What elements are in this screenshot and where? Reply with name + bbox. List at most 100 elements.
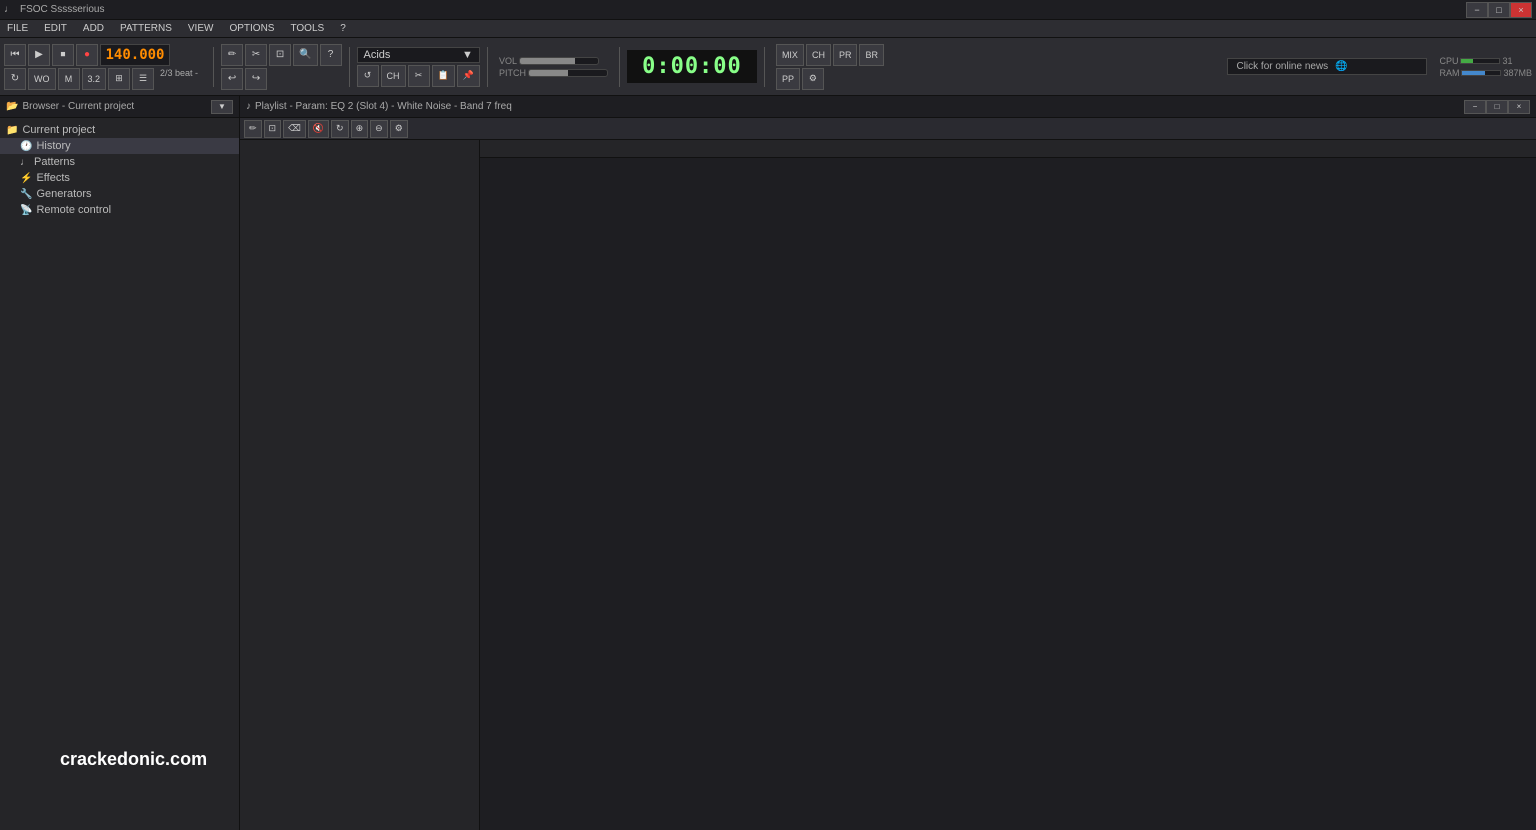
browser-tree: 📁 Current project 🕐History ♩ Patterns⚡ Effect… <box>0 118 239 222</box>
main-layout: 📂 Browser - Current project ▼ 📁 Current p… <box>0 96 1536 830</box>
tree-item-label: Patterns <box>34 156 75 168</box>
paste-btn[interactable]: 📌 <box>457 65 480 87</box>
pl-settings[interactable]: ⚙ <box>390 120 408 138</box>
menu-view[interactable]: VIEW <box>185 23 217 34</box>
tree-item-generators[interactable]: 🔧 Generators <box>0 186 239 202</box>
tree-icon: ♩ <box>20 157 30 168</box>
tree-icon: ⚡ <box>20 173 32 184</box>
tree-icon: 📁 <box>6 125 18 136</box>
app-icon: ♩ <box>4 4 14 15</box>
title-bar: ♩ FSOC Ssssserious − □ × <box>0 0 1536 20</box>
channel-rack-button[interactable]: CH <box>806 44 831 66</box>
minimize-button[interactable]: − <box>1466 2 1488 18</box>
cut-btn[interactable]: ✂ <box>408 65 430 87</box>
menu-patterns[interactable]: PATTERNS <box>117 23 175 34</box>
playlist-icon: ♪ <box>246 101 251 112</box>
pl-loop[interactable]: ↻ <box>331 120 349 138</box>
select-button[interactable]: ⊡ <box>269 44 291 66</box>
browser-collapse[interactable]: ▼ <box>211 100 233 114</box>
timeline-ruler <box>480 140 1536 158</box>
browser-icon: 📂 <box>6 101 18 112</box>
cpu-value: 31 <box>1502 56 1512 66</box>
tree-item-current-project[interactable]: 📁 Current project <box>0 122 239 138</box>
copy-btn[interactable]: 📋 <box>432 65 455 87</box>
master-pitch-label: PITCH <box>499 68 526 78</box>
tree-item-remote-control[interactable]: 📡 Remote control <box>0 202 239 218</box>
rewind-button[interactable]: ⏮ <box>4 44 26 66</box>
mix-button[interactable]: ☰ <box>132 68 154 90</box>
playlist-toolbar: ✏ ⊡ ⌫ 🔇 ↻ ⊕ ⊖ ⚙ <box>240 118 1536 140</box>
track-list <box>240 140 480 830</box>
draw-button[interactable]: ✏ <box>221 44 243 66</box>
news-icon: 🌐 <box>1335 61 1347 72</box>
close-button[interactable]: × <box>1510 2 1532 18</box>
plugin-picker-button[interactable]: PP <box>776 68 800 90</box>
cpu-label: CPU <box>1439 56 1458 66</box>
preset-selector[interactable]: Acids ▼ <box>357 47 480 63</box>
beat-label: 2/3 beat - <box>156 68 202 90</box>
zoom-button[interactable]: 🔍 <box>293 44 317 66</box>
menu-file[interactable]: FILE <box>4 23 31 34</box>
metro-button[interactable]: M <box>58 68 80 90</box>
settings-button[interactable]: ⚙ <box>802 68 824 90</box>
pl-zoom-out[interactable]: ⊖ <box>370 120 388 138</box>
record-button[interactable]: ● <box>76 44 98 66</box>
erase-button[interactable]: ✂ <box>245 44 267 66</box>
loop-button[interactable]: ↻ <box>4 68 26 90</box>
play-button[interactable]: ▶ <box>28 44 50 66</box>
knob-reset[interactable]: ↺ <box>357 65 379 87</box>
mode-button[interactable]: WO <box>28 68 56 90</box>
ram-value: 387MB <box>1503 68 1532 78</box>
redo-button[interactable]: ↪ <box>245 68 267 90</box>
channel-btn[interactable]: CH <box>381 65 406 87</box>
tree-item-label: Current project <box>22 124 95 136</box>
tree-item-history[interactable]: 🕐History <box>0 138 239 154</box>
playlist-maximize[interactable]: □ <box>1486 100 1508 114</box>
browser-title: Browser - Current project <box>22 101 134 112</box>
tree-item-effects[interactable]: ⚡ Effects <box>0 170 239 186</box>
playlist-title: Playlist - Param: EQ 2 (Slot 4) - White … <box>255 101 512 112</box>
tree-item-label: Generators <box>36 188 91 200</box>
tree-icon: 📡 <box>20 205 32 216</box>
menu-add[interactable]: ADD <box>80 23 107 34</box>
playlist-minimize[interactable]: − <box>1464 100 1486 114</box>
master-vol-slider[interactable] <box>519 57 599 65</box>
tree-item-patterns[interactable]: ♩ Patterns <box>0 154 239 170</box>
news-ticker[interactable]: Click for online news 🌐 <box>1227 58 1427 75</box>
title-text: FSOC Ssssserious <box>20 4 104 15</box>
snap-button[interactable]: ⊞ <box>108 68 130 90</box>
menu-options[interactable]: OPTIONS <box>226 23 277 34</box>
toolbar: ⏮ ▶ ⏹ ● 140.000 ↻ WO M 3.2 ⊞ ☰ 2/3 beat … <box>0 38 1536 96</box>
pl-select[interactable]: ⊡ <box>264 120 282 138</box>
tree-icon: 🕐 <box>20 141 32 152</box>
mixer-button[interactable]: MIX <box>776 44 804 66</box>
pl-mute[interactable]: 🔇 <box>308 120 329 138</box>
timeline-area[interactable] <box>480 140 1536 830</box>
bpm-display[interactable]: 140.000 <box>100 44 170 66</box>
pl-erase[interactable]: ⌫ <box>283 120 306 138</box>
tree-item-label: Remote control <box>36 204 111 216</box>
help-btn[interactable]: ? <box>320 44 342 66</box>
time-display: 0:00:00 <box>627 50 757 83</box>
stop-button[interactable]: ⏹ <box>52 44 74 66</box>
playlist-header-bar: ♪ Playlist - Param: EQ 2 (Slot 4) - Whit… <box>240 96 1536 118</box>
tempo-button[interactable]: 3.2 <box>82 68 107 90</box>
browser-button[interactable]: BR <box>859 44 884 66</box>
menu-tools[interactable]: TOOLS <box>287 23 327 34</box>
menu-help[interactable]: ? <box>337 23 349 34</box>
master-pitch-slider[interactable] <box>528 69 608 77</box>
piano-roll-button[interactable]: PR <box>833 44 858 66</box>
undo-button[interactable]: ↩ <box>221 68 243 90</box>
menu-edit[interactable]: EDIT <box>41 23 70 34</box>
playlist-close[interactable]: × <box>1508 100 1530 114</box>
tree-icon: 🔧 <box>20 189 32 200</box>
tree-item-label: Effects <box>36 172 69 184</box>
pl-zoom-in[interactable]: ⊕ <box>351 120 369 138</box>
master-vol-label: VOL <box>499 56 517 66</box>
left-panel: 📂 Browser - Current project ▼ 📁 Current p… <box>0 96 240 830</box>
pl-draw[interactable]: ✏ <box>244 120 262 138</box>
menu-bar: FILE EDIT ADD PATTERNS VIEW OPTIONS TOOL… <box>0 20 1536 38</box>
preset-dropdown-icon: ▼ <box>462 49 473 61</box>
playlist-content <box>240 140 1536 830</box>
maximize-button[interactable]: □ <box>1488 2 1510 18</box>
